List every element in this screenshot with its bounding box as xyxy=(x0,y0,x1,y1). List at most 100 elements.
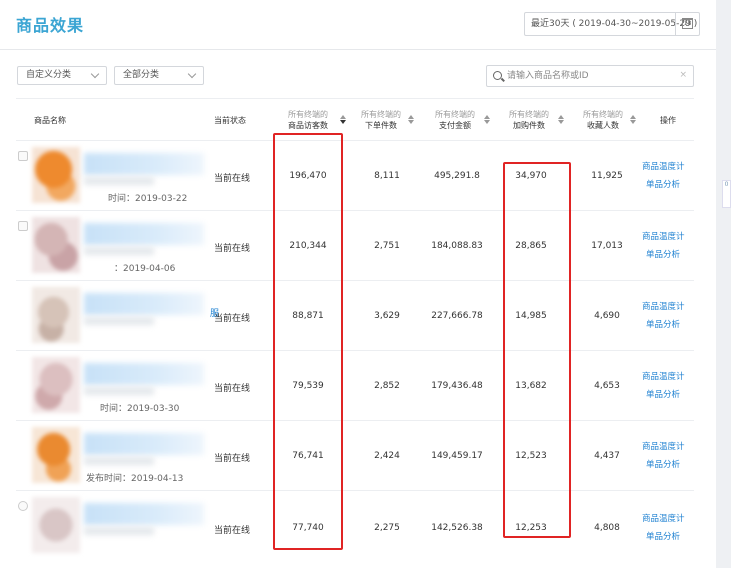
header-fav[interactable]: 所有终端的 收藏人数 xyxy=(578,109,628,131)
visitors-highlight-box xyxy=(273,133,343,550)
header-action: 操作 xyxy=(660,116,676,125)
header-cart-label: 加购件数 xyxy=(513,121,545,130)
header-payment-label: 支付金额 xyxy=(439,121,471,130)
product-name-blurred xyxy=(84,293,204,315)
custom-category-select[interactable]: 自定义分类 xyxy=(17,66,107,85)
fav-cell: 4,690 xyxy=(594,311,620,321)
product-name-blurred xyxy=(84,527,154,535)
product-thumbnail xyxy=(32,497,80,553)
header-fav-label: 收藏人数 xyxy=(587,121,619,130)
calendar-button[interactable]: 18 xyxy=(675,13,699,35)
sort-icon[interactable] xyxy=(558,115,564,125)
payment-cell: 149,459.17 xyxy=(431,451,483,461)
product-effect-panel: 商品效果 最近30天 ( 2019-04-30~2019-05-29 ) 18 … xyxy=(0,0,716,568)
side-feedback-tab[interactable]: 0 xyxy=(722,180,731,208)
header-cart[interactable]: 所有终端的 加购件数 xyxy=(502,109,556,131)
row-checkbox[interactable] xyxy=(18,221,28,231)
calendar-icon: 18 xyxy=(682,18,693,29)
header-visitors[interactable]: 所有终端的 商品访客数 xyxy=(280,109,336,131)
status-cell: 当前在线 xyxy=(214,384,251,394)
product-thumbnail xyxy=(32,427,80,483)
product-name-blurred xyxy=(84,153,204,175)
header-visitors-label: 商品访客数 xyxy=(288,121,328,130)
orders-cell: 2,424 xyxy=(374,451,400,461)
sort-icon[interactable] xyxy=(630,115,636,125)
payment-cell: 184,088.83 xyxy=(431,241,483,251)
chevron-down-icon xyxy=(187,69,197,79)
orders-cell: 2,751 xyxy=(374,241,400,251)
table-row: 服 当前在线 88,871 3,629 227,666.78 14,985 4,… xyxy=(16,281,694,351)
status-cell: 当前在线 xyxy=(214,314,251,324)
all-category-select[interactable]: 全部分类 xyxy=(114,66,204,85)
fav-cell: 11,925 xyxy=(591,171,623,181)
product-name-blurred xyxy=(84,317,154,325)
header-sub-label: 所有终端的 xyxy=(435,110,475,119)
thermometer-link[interactable]: 商品温度计 xyxy=(642,370,685,382)
analysis-link[interactable]: 单品分析 xyxy=(646,178,680,190)
status-cell: 当前在线 xyxy=(214,454,251,464)
payment-cell: 495,291.8 xyxy=(434,171,480,181)
row-checkbox[interactable] xyxy=(18,151,28,161)
search-input[interactable] xyxy=(507,68,677,84)
header-sub-label: 所有终端的 xyxy=(509,110,549,119)
product-name-blurred xyxy=(84,457,154,465)
sort-icon[interactable] xyxy=(408,115,414,125)
status-cell: 当前在线 xyxy=(214,174,251,184)
thermometer-link[interactable]: 商品温度计 xyxy=(642,160,685,172)
header-status: 当前状态 xyxy=(214,116,246,125)
fav-cell: 4,653 xyxy=(594,381,620,391)
product-name-blurred xyxy=(84,247,154,255)
header-orders-label: 下单件数 xyxy=(365,121,397,130)
table-row: 时间：2019-03-30 当前在线 79,539 2,852 179,436.… xyxy=(16,351,694,421)
header-sub-label: 所有终端的 xyxy=(361,110,401,119)
orders-cell: 2,275 xyxy=(374,523,400,533)
analysis-link[interactable]: 单品分析 xyxy=(646,530,680,542)
status-cell: 当前在线 xyxy=(214,244,251,254)
publish-date: 发布时间：2019-04-13 xyxy=(86,474,184,484)
table-row: 时间：2019-03-22 当前在线 196,470 8,111 495,291… xyxy=(16,141,694,211)
product-name-blurred xyxy=(84,387,154,395)
product-thumbnail xyxy=(32,217,80,273)
sort-icon[interactable] xyxy=(340,115,346,125)
publish-date: 时间：2019-03-30 xyxy=(100,404,180,414)
analysis-link[interactable]: 单品分析 xyxy=(646,388,680,400)
payment-cell: 142,526.38 xyxy=(431,523,483,533)
header-payment[interactable]: 所有终端的 支付金额 xyxy=(428,109,482,131)
analysis-link[interactable]: 单品分析 xyxy=(646,248,680,260)
table-header: 商品名称 当前状态 所有终端的 商品访客数 所有终端的 下单件数 所有终端的 支… xyxy=(16,98,694,141)
payment-cell: 227,666.78 xyxy=(431,311,483,321)
panel-header: 商品效果 最近30天 ( 2019-04-30~2019-05-29 ) 18 xyxy=(0,0,716,50)
date-range-value: 最近30天 ( 2019-04-30~2019-05-29 ) xyxy=(531,19,698,29)
row-checkbox[interactable] xyxy=(18,501,28,511)
table-row: ：2019-04-06 当前在线 210,344 2,751 184,088.8… xyxy=(16,211,694,281)
publish-date: 时间：2019-03-22 xyxy=(108,194,188,204)
orders-cell: 3,629 xyxy=(374,311,400,321)
product-thumbnail xyxy=(32,287,80,343)
thermometer-link[interactable]: 商品温度计 xyxy=(642,440,685,452)
product-thumbnail xyxy=(32,357,80,413)
status-cell: 当前在线 xyxy=(214,526,251,536)
header-orders[interactable]: 所有终端的 下单件数 xyxy=(356,109,406,131)
product-name-blurred xyxy=(84,363,204,385)
clear-icon[interactable]: × xyxy=(679,70,687,80)
all-category-label: 全部分类 xyxy=(123,70,160,80)
analysis-link[interactable]: 单品分析 xyxy=(646,458,680,470)
header-product-name: 商品名称 xyxy=(34,116,66,125)
fav-cell: 4,808 xyxy=(594,523,620,533)
orders-cell: 2,852 xyxy=(374,381,400,391)
sort-icon[interactable] xyxy=(484,115,490,125)
thermometer-link[interactable]: 商品温度计 xyxy=(642,230,685,242)
thermometer-link[interactable]: 商品温度计 xyxy=(642,512,685,524)
header-sub-label: 所有终端的 xyxy=(288,110,328,119)
custom-category-label: 自定义分类 xyxy=(26,70,72,80)
thermometer-link[interactable]: 商品温度计 xyxy=(642,300,685,312)
search-icon xyxy=(493,71,502,80)
table-row: 当前在线 77,740 2,275 142,526.38 12,253 4,80… xyxy=(16,491,694,568)
date-range-picker[interactable]: 最近30天 ( 2019-04-30~2019-05-29 ) 18 xyxy=(524,12,700,36)
table-row: 发布时间：2019-04-13 当前在线 76,741 2,424 149,45… xyxy=(16,421,694,491)
chevron-down-icon xyxy=(90,69,100,79)
search-box[interactable]: × xyxy=(486,65,694,87)
cart-highlight-box xyxy=(503,162,571,538)
page-title: 商品效果 xyxy=(16,16,85,35)
analysis-link[interactable]: 单品分析 xyxy=(646,318,680,330)
